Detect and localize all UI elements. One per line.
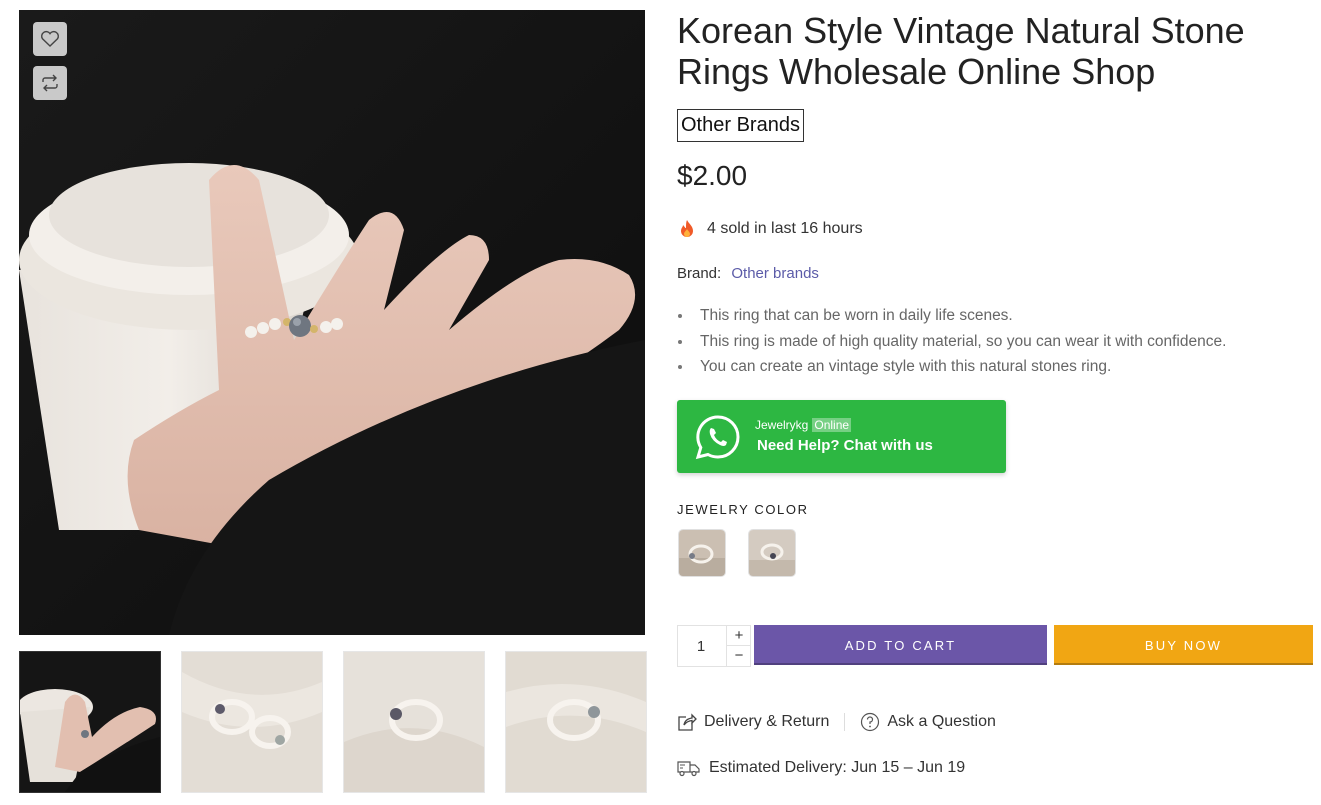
whatsapp-agent: Jewelrykg Online <box>755 418 852 432</box>
thumbnail-strip <box>19 651 647 793</box>
wishlist-button[interactable] <box>33 22 67 56</box>
brand-label: Brand: <box>677 265 722 282</box>
thumbnail-2[interactable] <box>181 651 323 793</box>
ask-question-link[interactable]: Ask a Question <box>860 712 996 732</box>
quantity-stepper: + − <box>677 625 751 667</box>
add-to-cart-button[interactable]: ADD TO CART <box>754 625 1047 665</box>
whatsapp-icon <box>695 415 740 460</box>
question-icon <box>861 712 880 732</box>
fire-icon <box>681 220 693 237</box>
delivery-return-label: Delivery & Return <box>704 713 830 730</box>
delivery-label: Estimated Delivery: <box>709 759 847 776</box>
product-price: $2.00 <box>677 160 748 191</box>
sold-text: 4 sold in last 16 hours <box>707 220 863 237</box>
color-swatch-1[interactable] <box>679 530 725 576</box>
whatsapp-cta: Need Help? Chat with us <box>757 437 933 454</box>
share-icon <box>678 713 697 731</box>
brand-badge[interactable]: Other Brands <box>677 109 804 142</box>
main-product-image[interactable] <box>19 10 645 635</box>
list-item: This ring that can be worn in daily life… <box>677 303 1226 329</box>
compare-button[interactable] <box>33 66 67 100</box>
truck-icon <box>677 761 700 777</box>
quantity-plus-button[interactable]: + <box>726 626 751 646</box>
whatsapp-chat-button[interactable]: Jewelrykg Online Need Help? Chat with us <box>677 400 1006 473</box>
online-status: Online <box>812 418 852 432</box>
product-title: Korean Style Vintage Natural Stone Rings… <box>677 10 1245 92</box>
thumbnail-4[interactable] <box>505 651 647 793</box>
color-label: JEWELRY COLOR <box>677 502 809 517</box>
product-photo-hand-with-cup <box>19 10 645 635</box>
list-item: This ring is made of high quality materi… <box>677 329 1226 355</box>
compare-arrows-icon <box>42 74 58 92</box>
thumbnail-1[interactable] <box>19 651 161 793</box>
brand-link[interactable]: Other brands <box>731 265 819 282</box>
delivery-range: Jun 15 – Jun 19 <box>851 759 966 776</box>
delivery-return-link[interactable]: Delivery & Return <box>677 712 829 732</box>
estimated-delivery: Estimated Delivery: Jun 15 – Jun 19 <box>677 759 965 777</box>
info-links: Delivery & Return Ask a Question <box>677 712 996 732</box>
thumbnail-3[interactable] <box>343 651 485 793</box>
whatsapp-agent-name: Jewelrykg <box>755 418 809 432</box>
quantity-input[interactable] <box>678 626 724 666</box>
quantity-minus-button[interactable]: − <box>726 646 751 666</box>
color-swatch-2[interactable] <box>749 530 795 576</box>
buy-now-button[interactable]: BUY NOW <box>1054 625 1313 665</box>
feature-list: This ring that can be worn in daily life… <box>677 303 1226 380</box>
brand-line: Brand: Other brands <box>677 265 819 282</box>
list-item: You can create an vintage style with thi… <box>677 354 1226 380</box>
ask-question-label: Ask a Question <box>887 713 996 730</box>
heart-icon <box>41 30 59 47</box>
divider <box>844 713 846 731</box>
sold-counter: 4 sold in last 16 hours <box>677 219 863 239</box>
